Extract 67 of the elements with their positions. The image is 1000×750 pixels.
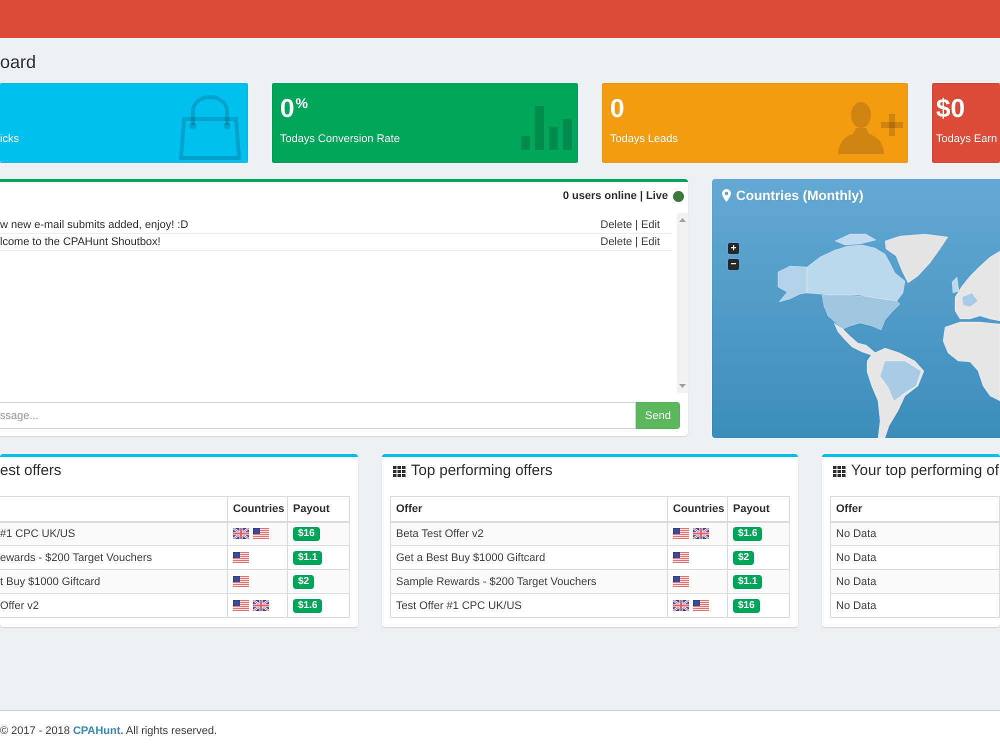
panel-title: Your top performing of: [851, 461, 999, 481]
link-separator: |: [635, 219, 638, 231]
table-cell: Get a Best Buy $1000 Giftcard: [390, 546, 668, 570]
payout-badge: $1.1: [733, 574, 762, 588]
delete-link[interactable]: Delete: [600, 219, 632, 231]
grid-icon: [833, 466, 846, 476]
map-marker-icon: [722, 188, 731, 202]
map-title: Countries (Monthly): [736, 188, 864, 202]
us-flag-icon: [673, 552, 689, 563]
caret-down-icon[interactable]: [679, 384, 686, 388]
edit-link[interactable]: Edit: [641, 236, 660, 248]
payout-badge: $1.6: [293, 598, 322, 612]
stat-label: Todays Conversion Rate: [280, 133, 400, 146]
table-cell: No Data: [830, 570, 1000, 594]
table-cell: ewards - $200 Target Vouchers: [0, 546, 228, 570]
link-separator: |: [635, 236, 638, 248]
bar-chart-icon: [521, 106, 572, 150]
us-flag-icon: [673, 528, 689, 540]
footer-link[interactable]: CPAHunt.: [72, 724, 124, 736]
uk-flag-icon: [253, 600, 269, 611]
stat-label: Todays Leads: [610, 133, 678, 146]
shopping-bag-icon: [179, 95, 241, 161]
table-cell: Sample Rewards - $200 Target Vouchers: [390, 570, 668, 594]
table-cell: #1 CPC UK/US: [0, 522, 228, 546]
payout-badge: $2: [733, 550, 754, 564]
payout-badge: $1.1: [293, 550, 322, 564]
caret-up-icon[interactable]: [679, 218, 686, 222]
table-cell: No Data: [830, 594, 1000, 618]
stat-value: 0: [610, 93, 624, 123]
footer-text: © 2017 - 2018 CPAHunt. All rights reserved.: [0, 724, 218, 736]
table-cell: No Data: [830, 522, 1000, 546]
user-plus-icon: [838, 101, 905, 154]
scrollbar[interactable]: [677, 213, 688, 393]
table-cell: Beta Test Offer v2: [390, 522, 668, 546]
page-title: oard: [0, 52, 36, 72]
table-cell: Test Offer #1 CPC UK/US: [390, 594, 668, 618]
payout-badge: $16: [733, 598, 760, 612]
zoom-in-button[interactable]: +: [728, 243, 739, 254]
us-flag-icon: [673, 576, 689, 587]
stat-label: Todays Earn: [936, 133, 998, 146]
uk-flag-icon: [673, 600, 689, 611]
message-text: lcome to the CPAHunt Shoutbox!: [0, 236, 161, 248]
payout-badge: $1.6: [733, 526, 762, 541]
online-status: 0 users online | Live: [562, 190, 668, 202]
us-flag-icon: [253, 528, 269, 540]
uk-flag-icon: [693, 528, 709, 540]
payout-badge: $16: [293, 526, 320, 541]
us-flag-icon: [233, 552, 249, 563]
stat-label: icks: [0, 133, 19, 146]
table-cell: t Buy $1000 Giftcard: [0, 570, 228, 594]
uk-flag-icon: [233, 528, 249, 540]
zoom-out-button[interactable]: −: [728, 259, 739, 270]
table-cell: No Data: [830, 546, 1000, 570]
delete-link[interactable]: Delete: [600, 236, 632, 248]
message-input[interactable]: ssage...: [0, 402, 636, 429]
table-cell: Offer v2: [0, 594, 228, 618]
us-flag-icon: [233, 576, 249, 587]
grid-icon: [393, 466, 406, 476]
panel-title: est offers: [0, 461, 62, 481]
edit-link[interactable]: Edit: [641, 219, 660, 231]
panel-title: Top performing offers: [411, 461, 552, 481]
stat-value: 0$^{%}$: [280, 93, 308, 123]
payout-badge: $2: [293, 574, 314, 588]
stat-value: $0: [936, 93, 965, 123]
message-text: w new e-mail submits added, enjoy! :D: [0, 219, 188, 231]
us-flag-icon: [233, 600, 249, 611]
us-flag-icon: [693, 600, 709, 611]
